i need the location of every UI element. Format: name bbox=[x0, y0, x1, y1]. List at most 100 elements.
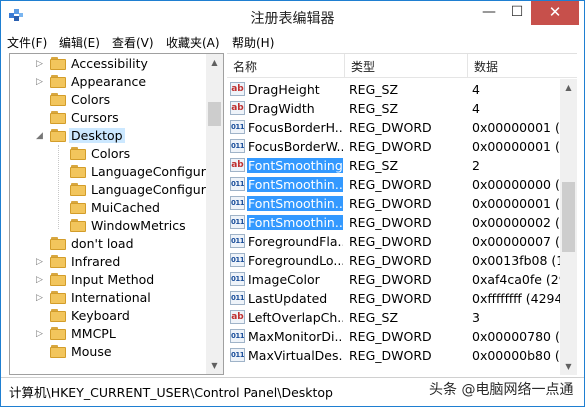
tree-item[interactable]: ▷ Accessibility bbox=[10, 55, 208, 73]
tree-guide-line bbox=[58, 145, 59, 229]
binary-value-icon: 011 bbox=[230, 177, 245, 191]
scroll-down-arrow-icon[interactable]: ▼ bbox=[206, 357, 223, 374]
maximize-button[interactable]: ☐ bbox=[503, 1, 531, 25]
value-type: REG_SZ bbox=[349, 158, 399, 173]
list-item[interactable]: 011 LastUpdated REG_DWORD 0xffffffff (42949 bbox=[227, 289, 570, 308]
value-type: REG_DWORD bbox=[349, 215, 432, 230]
column-divider[interactable] bbox=[467, 54, 468, 78]
tree-scrollbar[interactable]: ▲ ▼ bbox=[206, 54, 223, 374]
value-type: REG_SZ bbox=[349, 310, 399, 325]
collapsed-arrow-icon[interactable]: ▷ bbox=[36, 328, 46, 340]
tree-item[interactable]: ▷ Infrared bbox=[10, 253, 208, 271]
value-name: FocusBorderH... bbox=[248, 120, 343, 135]
binary-value-icon: 011 bbox=[230, 139, 245, 153]
tree-item[interactable]: Colors bbox=[10, 91, 208, 109]
scroll-up-arrow-icon[interactable]: ▲ bbox=[560, 79, 577, 96]
tree-item-label: WindowMetrics bbox=[91, 218, 186, 233]
tree-item-label: Colors bbox=[91, 146, 131, 161]
close-button[interactable]: ✕ bbox=[531, 1, 579, 25]
binary-value-icon: 011 bbox=[230, 120, 245, 134]
collapsed-arrow-icon[interactable]: ▷ bbox=[36, 292, 46, 304]
binary-value-icon: 011 bbox=[230, 215, 245, 229]
tree-item[interactable]: ▷ Appearance bbox=[10, 73, 208, 91]
value-type: REG_SZ bbox=[349, 82, 399, 97]
collapsed-arrow-icon[interactable]: ▷ bbox=[36, 256, 46, 268]
list-item[interactable]: 011 FocusBorderW... REG_DWORD 0x00000001 (1… bbox=[227, 137, 572, 156]
list-scrollbar[interactable]: ▲ ▼ bbox=[560, 79, 577, 375]
column-divider[interactable] bbox=[344, 54, 345, 78]
tree-item-label: Accessibility bbox=[71, 56, 148, 71]
value-type: REG_DWORD bbox=[349, 272, 432, 287]
string-value-icon: ab bbox=[230, 310, 245, 324]
value-data: 4 bbox=[472, 82, 480, 97]
registry-values-list[interactable]: 名称 类型 数据 ab DragHeight REG_SZ 4 ab DragWidth R… bbox=[227, 53, 577, 375]
list-item[interactable]: 011 ForegroundLo... REG_DWORD 0x0013fb08 (1… bbox=[227, 251, 572, 270]
registry-key-tree[interactable]: ▷ Accessibility ▷ Appearance Colors Cursors ◢ D… bbox=[9, 53, 224, 375]
title-bar[interactable]: 注册表编辑器 — ☐ ✕ bbox=[1, 1, 584, 32]
folder-icon bbox=[50, 326, 66, 340]
key-path: 计算机\HKEY_CURRENT_USER\Control Panel\Desk… bbox=[9, 385, 333, 400]
list-item[interactable]: 011 FocusBorderH... REG_DWORD 0x00000001 (1… bbox=[227, 118, 572, 137]
folder-icon bbox=[50, 272, 66, 286]
column-header-data[interactable]: 数据 bbox=[474, 58, 498, 75]
tree-item-label: Cursors bbox=[71, 110, 119, 125]
tree-item[interactable]: LanguageConfigura bbox=[10, 181, 214, 199]
tree-item[interactable]: ▷ MMCPL bbox=[10, 325, 208, 343]
tree-item-label: Colors bbox=[71, 92, 111, 107]
menu-edit[interactable]: 编辑(E) bbox=[59, 34, 100, 51]
value-name: FontSmoothing bbox=[247, 158, 343, 173]
expanded-arrow-icon[interactable]: ◢ bbox=[36, 130, 46, 142]
tree-item[interactable]: ◢ Desktop bbox=[10, 127, 208, 145]
tree-item-label: Keyboard bbox=[71, 308, 130, 323]
tree-item-label: Appearance bbox=[71, 74, 147, 89]
list-item[interactable]: 011 FontSmoothin... REG_DWORD 0x00000002 (2… bbox=[227, 213, 572, 232]
column-header-name[interactable]: 名称 bbox=[233, 58, 257, 75]
collapsed-arrow-icon[interactable]: ▷ bbox=[36, 76, 46, 88]
column-header-type[interactable]: 类型 bbox=[351, 58, 375, 75]
list-scroll-thumb[interactable] bbox=[562, 182, 575, 253]
value-name: LeftOverlapCh... bbox=[248, 310, 343, 325]
tree-item[interactable]: Keyboard bbox=[10, 307, 208, 325]
tree-item[interactable]: Colors bbox=[10, 145, 208, 163]
tree-scroll-thumb[interactable] bbox=[208, 102, 221, 127]
minimize-button[interactable]: — bbox=[475, 1, 503, 25]
menu-view[interactable]: 查看(V) bbox=[112, 34, 154, 51]
list-header: 名称 类型 数据 bbox=[227, 54, 577, 78]
list-item[interactable]: ab DragHeight REG_SZ 4 bbox=[227, 80, 567, 99]
tree-item[interactable]: ▷ International bbox=[10, 289, 208, 307]
tree-item[interactable]: Cursors bbox=[10, 109, 208, 127]
list-item[interactable]: ab FontSmoothing REG_SZ 2 bbox=[227, 156, 567, 175]
collapsed-arrow-icon[interactable]: ▷ bbox=[36, 58, 46, 70]
folder-icon bbox=[50, 308, 66, 322]
collapsed-arrow-icon[interactable]: ▷ bbox=[36, 274, 46, 286]
list-item[interactable]: 011 ImageColor REG_DWORD 0xaf4ca0fe (294 bbox=[227, 270, 572, 289]
value-data: 2 bbox=[472, 158, 480, 173]
value-data: 0x00000b80 (29 bbox=[472, 348, 572, 363]
list-item[interactable]: 011 ForegroundFla... REG_DWORD 0x00000007 (… bbox=[227, 232, 572, 251]
list-item[interactable]: ab DragWidth REG_SZ 4 bbox=[227, 99, 567, 118]
value-data: 0xaf4ca0fe (294 bbox=[472, 272, 572, 287]
tree-item[interactable]: Mouse bbox=[10, 343, 208, 361]
folder-icon bbox=[70, 218, 86, 232]
menu-favorites[interactable]: 收藏夹(A) bbox=[166, 34, 220, 51]
folder-icon bbox=[50, 290, 66, 304]
tree-item[interactable]: don't load bbox=[10, 235, 208, 253]
list-item[interactable]: 011 FontSmoothin... REG_DWORD 0x00000000 (0… bbox=[227, 175, 572, 194]
list-item[interactable]: 011 MaxVirtualDes... REG_DWORD 0x00000b80 (… bbox=[227, 346, 572, 365]
tree-item[interactable]: MuiCached bbox=[10, 199, 208, 217]
value-type: REG_SZ bbox=[349, 101, 399, 116]
tree-item-label: MMCPL bbox=[71, 326, 116, 341]
tree-item[interactable]: WindowMetrics bbox=[10, 217, 208, 235]
list-item[interactable]: 011 FontSmoothin... REG_DWORD 0x00000001 (1… bbox=[227, 194, 572, 213]
value-name: DragWidth bbox=[248, 101, 315, 116]
tree-item[interactable]: LanguageConfigura bbox=[10, 163, 214, 181]
tree-item[interactable]: ▷ Input Method bbox=[10, 271, 208, 289]
scroll-down-arrow-icon[interactable]: ▼ bbox=[560, 358, 577, 375]
list-item[interactable]: 011 MaxMonitorDi... REG_DWORD 0x00000780 (1… bbox=[227, 327, 572, 346]
scroll-up-arrow-icon[interactable]: ▲ bbox=[206, 54, 223, 71]
watermark-text: 头条 @电脑网络一点通 bbox=[429, 382, 574, 398]
folder-icon bbox=[50, 344, 66, 358]
menu-help[interactable]: 帮助(H) bbox=[232, 34, 274, 51]
list-item[interactable]: ab LeftOverlapCh... REG_SZ 3 bbox=[227, 308, 567, 327]
menu-file[interactable]: 文件(F) bbox=[7, 34, 47, 51]
